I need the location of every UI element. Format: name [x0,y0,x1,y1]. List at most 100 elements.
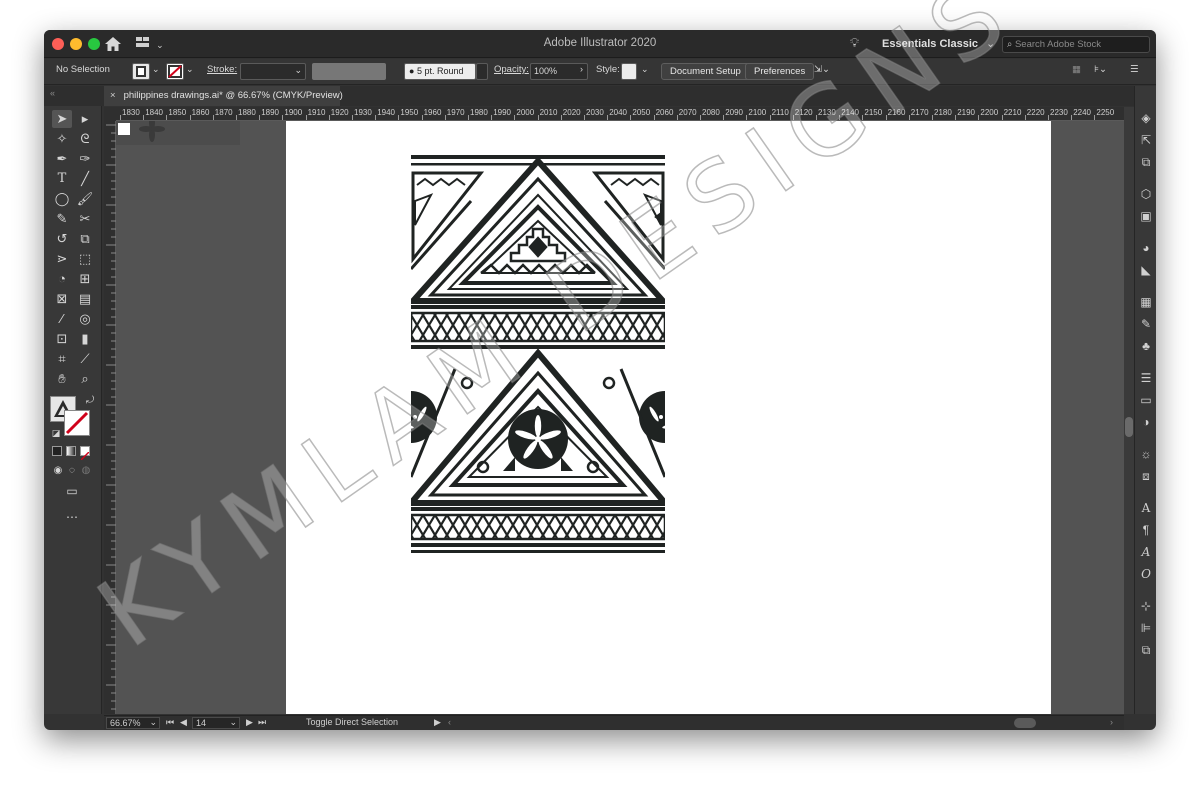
scroll-right-icon[interactable]: › [1110,717,1113,727]
close-tab-icon[interactable]: × [110,90,116,101]
graphic-styles-icon[interactable]: ⧈ [1138,468,1154,484]
stroke-color-box[interactable] [64,410,90,436]
stroke-icon[interactable]: ☰ [1138,370,1154,386]
ruler-origin[interactable] [104,107,116,121]
align-icon[interactable]: ⊫ [1138,620,1154,636]
variable-width-profile[interactable] [312,63,386,80]
free-transform-tool-icon[interactable]: ⬚ [75,250,95,268]
stroke-label[interactable]: Stroke: [207,64,237,75]
more-tools-icon[interactable]: ⋯ [62,508,82,526]
properties-icon[interactable]: ▣ [1138,208,1154,224]
ellipse-tool-icon[interactable]: ◯ [52,190,72,208]
stroke-weight-field[interactable]: ⌄ [240,63,306,80]
brush-definition[interactable]: ● 5 pt. Round [404,63,476,80]
artboard-number-field[interactable]: 14 ⌄ [192,717,240,729]
symbol-sprayer-tool-icon[interactable]: ⊡ [52,330,72,348]
workspace-switcher[interactable]: Essentials Classic ⌄ [882,37,995,50]
export-icon[interactable]: ⇱ [1138,132,1154,148]
arrange-icon[interactable]: ⇲⌄ [814,64,830,75]
zoom-field[interactable]: 66.67% ⌄ [106,717,160,729]
color-icon[interactable]: ◕ [1138,240,1154,256]
vertical-scrollbar[interactable] [1124,107,1134,714]
scroll-left-icon[interactable]: ‹ [448,717,451,727]
gradient-mode-icon[interactable] [66,446,76,456]
fill-chevron-icon[interactable]: ⌄ [152,64,160,75]
width-tool-icon[interactable]: ⋗ [52,250,72,268]
hand-tool-icon[interactable]: ✋︎ [52,370,72,388]
curvature-tool-icon[interactable]: ✑ [75,150,95,168]
transform-icon[interactable]: ⊹ [1138,598,1154,614]
fill-swatch[interactable] [132,63,150,80]
vertical-ruler[interactable] [104,121,116,714]
document-tab[interactable]: × philippines drawings.ai* @ 66.67% (CMYK… [104,86,343,106]
graphic-style-swatch[interactable] [621,63,637,80]
gradient-tool-icon[interactable]: ▤ [75,290,95,308]
character-icon[interactable]: A [1138,500,1154,516]
brushes-icon[interactable]: ✎ [1138,316,1154,332]
stroke-chevron-icon[interactable]: ⌄ [186,64,194,75]
collapse-toolbar-icon[interactable]: « [50,88,55,98]
transparency-icon[interactable]: ◑ [1138,414,1154,430]
color-guide-icon[interactable]: ◣ [1138,262,1154,278]
opacity-label[interactable]: Opacity: [494,64,529,75]
opentype-icon[interactable]: A [1138,544,1154,560]
pencil-tool-icon[interactable]: ✎ [52,210,72,228]
glyphs-icon[interactable]: O [1138,566,1154,582]
preferences-button[interactable]: Preferences [745,63,815,80]
type-tool-icon[interactable]: T [52,170,72,188]
philippine-tribal-pattern[interactable] [411,155,665,553]
screen-mode-icon[interactable]: ▭ [62,482,82,500]
column-graph-tool-icon[interactable]: ▮ [75,330,95,348]
shape-builder-tool-icon[interactable]: ◔ [52,270,72,288]
mesh-tool-icon[interactable]: ⊠ [52,290,72,308]
stroke-swatch[interactable] [166,63,184,80]
rotate-tool-icon[interactable]: ↺ [52,230,72,248]
document-setup-button[interactable]: Document Setup [661,63,750,80]
lasso-tool-icon[interactable]: ᘓ [75,130,95,148]
libraries-icon[interactable]: ⬡ [1138,186,1154,202]
default-colors-icon[interactable]: ◪ [46,424,66,442]
scissors-tool-icon[interactable]: ✂ [75,210,95,228]
align-icon[interactable]: ▦ [1072,64,1081,75]
draw-inside-icon[interactable]: ◍ [76,462,96,480]
horizontal-ruler[interactable]: 1830 1840 1850 1860 1870 1880 1890 1900 1910 1920… [116,107,1124,121]
search-stock-input[interactable]: ⌕ Search Adobe Stock [1002,36,1150,53]
vertical-scroll-thumb[interactable] [1125,417,1133,437]
blend-tool-icon[interactable]: ◎ [75,310,95,328]
chevron-right-icon[interactable]: › [580,64,583,74]
appearance-icon[interactable]: ☼ [1138,446,1154,462]
zoom-tool-icon[interactable]: ⌕ [75,370,95,388]
artboard-tool-icon[interactable]: ⌗ [52,350,72,368]
layers-icon[interactable]: ◈ [1138,110,1154,126]
none-mode-icon[interactable] [80,446,90,461]
last-artboard-icon[interactable]: ⏭︎ [258,717,266,728]
direct-selection-tool-icon[interactable]: ▸ [75,110,95,128]
magic-wand-tool-icon[interactable]: ✧ [52,130,72,148]
lightbulb-icon[interactable]: 💡︎ [850,35,859,51]
scale-tool-icon[interactable]: ⧉ [75,230,95,248]
swatches-icon[interactable]: ▦ [1138,294,1154,310]
previous-artboard-icon[interactable]: ◀︎ [180,717,187,728]
pen-tool-icon[interactable]: ✒ [52,150,72,168]
line-segment-tool-icon[interactable]: ╱ [75,170,95,188]
slice-tool-icon[interactable]: ⟋ [75,350,95,368]
paintbrush-tool-icon[interactable]: 🖌︎ [75,190,95,208]
symbols-icon[interactable]: ♣ [1138,338,1154,354]
chevron-down-icon[interactable]: ⌄ [641,64,649,75]
first-artboard-icon[interactable]: ⏮︎ [166,717,174,728]
next-artboard-icon[interactable]: ▶︎ [246,717,253,728]
pathfinder-icon[interactable]: ⧉ [1138,642,1154,658]
color-mode-icon[interactable] [52,446,62,456]
brush-chevron-icon[interactable] [476,63,488,80]
selection-tool-icon[interactable]: ➤ [52,110,72,128]
perspective-grid-tool-icon[interactable]: ⊞ [75,270,95,288]
canvas[interactable] [116,121,1124,714]
swap-colors-icon[interactable]: ⤾ [80,392,100,410]
status-menu-icon[interactable]: ▶︎ [434,717,441,728]
gradient-icon[interactable]: ▭ [1138,392,1154,408]
eyedropper-tool-icon[interactable]: ⁄ [52,310,72,328]
artboards-icon[interactable]: ⧉ [1138,154,1154,170]
paragraph-icon[interactable]: ¶ [1138,522,1154,538]
artboard[interactable] [286,121,1051,714]
menu-icon[interactable]: ☰ [1130,64,1139,75]
